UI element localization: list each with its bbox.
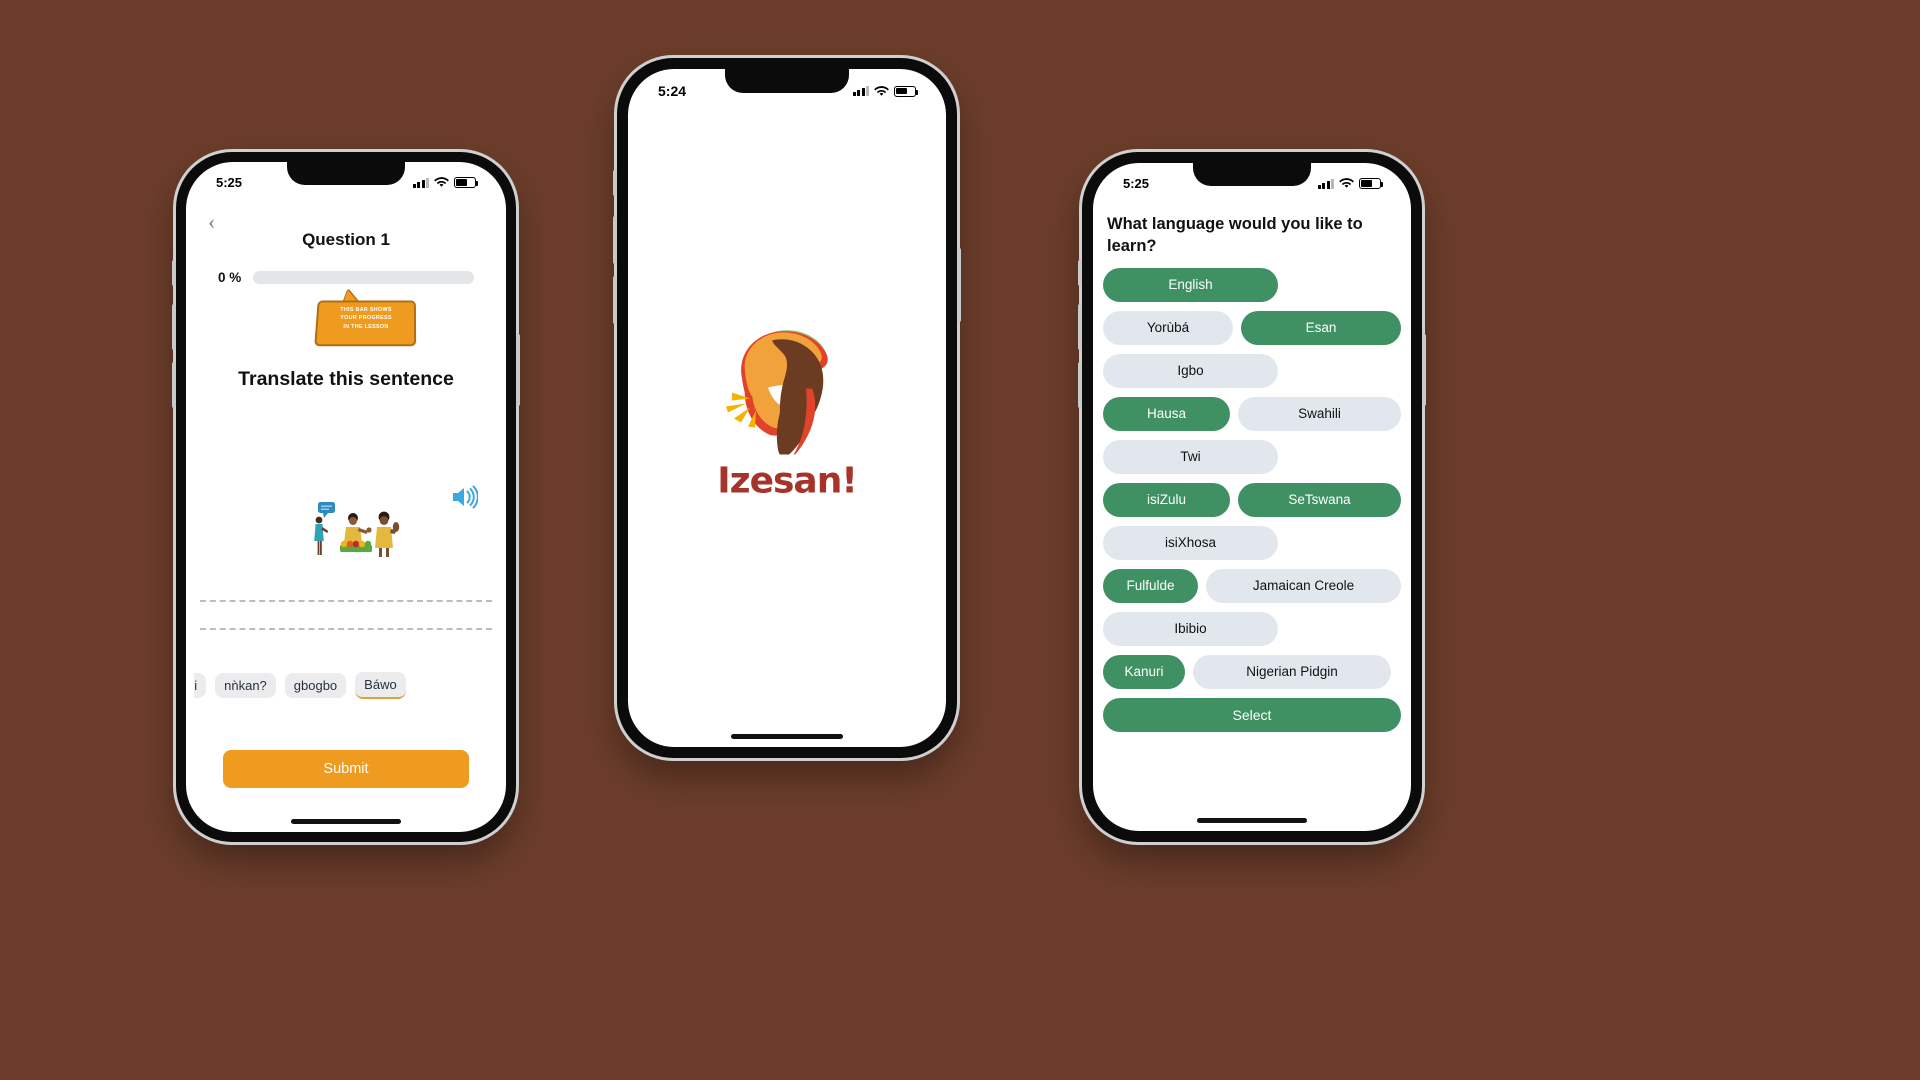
language-row: Ibibio — [1103, 611, 1401, 646]
volume-up-button[interactable] — [1078, 304, 1082, 350]
language-row: Hausa Swahili — [1103, 396, 1401, 431]
market-conversation-illustration — [308, 500, 402, 562]
home-indicator — [731, 734, 843, 739]
language-row: Kanuri Nigerian Pidgin — [1103, 654, 1401, 689]
callout-line-3: IN THE LESSON — [343, 323, 389, 330]
wifi-icon — [874, 85, 889, 96]
answer-line[interactable] — [200, 600, 492, 602]
language-list: English Yorùbá Esan Igbo Hausa Swahili Twi isiZ… — [1103, 267, 1401, 689]
language-pill-english[interactable]: English — [1103, 267, 1278, 302]
speaker-icon[interactable] — [450, 484, 479, 510]
notch — [287, 162, 405, 185]
phone1-screen: 5:25 ‹ Question 1 0 % THIS BAR SHOWS YOU… — [186, 162, 506, 832]
language-pill-igbo[interactable]: Igbo — [1103, 353, 1278, 388]
power-button[interactable] — [516, 334, 520, 406]
mute-switch[interactable] — [172, 260, 176, 286]
volume-down-button[interactable] — [172, 362, 176, 408]
language-pill-nigerian-pidgin[interactable]: Nigerian Pidgin — [1193, 654, 1391, 689]
language-row: isiZulu SeTswana — [1103, 482, 1401, 517]
language-pill-jamaican-creole[interactable]: Jamaican Creole — [1206, 568, 1401, 603]
battery-icon — [894, 85, 919, 97]
language-pill-setswana[interactable]: SeTswana — [1238, 482, 1401, 517]
language-pill-hausa[interactable]: Hausa — [1103, 396, 1230, 431]
language-row: Twi — [1103, 439, 1401, 474]
power-button[interactable] — [957, 248, 961, 322]
phone-mockup-lesson: 5:25 ‹ Question 1 0 % THIS BAR SHOWS YOU… — [172, 152, 520, 842]
language-pill-swahili[interactable]: Swahili — [1238, 396, 1401, 431]
language-row: English — [1103, 267, 1401, 302]
app-logo: Izesan! — [697, 315, 877, 502]
language-pill-twi[interactable]: Twi — [1103, 439, 1278, 474]
word-chip[interactable]: Báwo — [355, 672, 406, 699]
language-row: isiXhosa — [1103, 525, 1401, 560]
language-row: Yorùbá Esan — [1103, 310, 1401, 345]
callout-line-2: YOUR PROGRESS — [340, 315, 392, 322]
status-indicators — [412, 177, 479, 188]
progress-tooltip-callout: THIS BAR SHOWS YOUR PROGRESS IN THE LESS… — [314, 290, 417, 347]
select-button[interactable]: Select — [1103, 697, 1401, 732]
answer-drop-area[interactable] — [200, 600, 492, 656]
cellular-signal-icon — [1317, 178, 1334, 189]
volume-down-button[interactable] — [613, 276, 617, 324]
battery-icon — [454, 177, 479, 188]
izesan-bird-logo — [726, 330, 828, 455]
phone3-screen: 5:25 What language would you like to lea… — [1093, 163, 1411, 831]
progress-percent-label: 0 % — [218, 270, 242, 285]
status-time: 5:24 — [658, 83, 687, 99]
volume-down-button[interactable] — [1078, 362, 1082, 408]
word-chip[interactable]: gbogbo — [284, 673, 347, 698]
home-indicator — [291, 819, 401, 824]
cellular-signal-icon — [852, 86, 869, 96]
language-row: Fulfulde Jamaican Creole — [1103, 568, 1401, 603]
notch — [725, 69, 849, 93]
status-time: 5:25 — [216, 175, 243, 190]
status-time: 5:25 — [1123, 176, 1150, 191]
callout-text: THIS BAR SHOWS YOUR PROGRESS IN THE LESS… — [316, 306, 416, 331]
mute-switch[interactable] — [1078, 260, 1082, 286]
word-chip[interactable]: ni — [194, 673, 207, 698]
page-title: What language would you like to learn? — [1107, 215, 1363, 256]
app-wordmark: Izesan! — [717, 460, 858, 502]
language-pill-esan[interactable]: Esan — [1241, 310, 1401, 345]
submit-button[interactable]: Submit — [223, 750, 469, 788]
wifi-icon — [1339, 178, 1354, 188]
mute-switch[interactable] — [613, 170, 617, 196]
language-pill-kanuri[interactable]: Kanuri — [1103, 654, 1185, 689]
volume-up-button[interactable] — [613, 216, 617, 264]
screenshot-canvas: 5:25 ‹ Question 1 0 % THIS BAR SHOWS YOU… — [0, 0, 1920, 1080]
battery-icon — [1359, 178, 1384, 189]
language-pill-fulfulde[interactable]: Fulfulde — [1103, 568, 1198, 603]
phone-mockup-splash: 5:24 Izesan! — [613, 58, 961, 758]
back-chevron-icon[interactable]: ‹ — [208, 211, 224, 233]
progress-bar — [253, 271, 474, 284]
status-indicators — [852, 85, 919, 97]
language-pill-yor-b-[interactable]: Yorùbá — [1103, 310, 1233, 345]
language-pill-isizulu[interactable]: isiZulu — [1103, 482, 1230, 517]
wifi-icon — [434, 177, 449, 187]
callout-line-1: THIS BAR SHOWS — [340, 307, 392, 313]
status-indicators — [1317, 178, 1384, 189]
language-pill-ibibio[interactable]: Ibibio — [1103, 611, 1278, 646]
word-bank: ni nǹkan? gbogbo Báwo — [194, 672, 498, 699]
lesson-prompt: Translate this sentence — [238, 368, 454, 390]
answer-line[interactable] — [200, 628, 492, 630]
progress-row: 0 % — [218, 270, 474, 285]
power-button[interactable] — [1422, 334, 1426, 406]
phone2-screen: 5:24 Izesan! — [628, 69, 946, 747]
question-title: Question 1 — [302, 230, 390, 249]
home-indicator — [1197, 818, 1307, 823]
notch — [1193, 163, 1311, 186]
cellular-signal-icon — [412, 177, 429, 188]
language-row: Igbo — [1103, 353, 1401, 388]
phone-mockup-language-select: 5:25 What language would you like to lea… — [1078, 152, 1426, 842]
word-chip[interactable]: nǹkan? — [215, 673, 276, 698]
language-pill-isixhosa[interactable]: isiXhosa — [1103, 525, 1278, 560]
lesson-content: ‹ Question 1 0 % THIS BAR SHOWS YOUR PRO… — [186, 162, 506, 832]
language-select-content: What language would you like to learn? E… — [1093, 207, 1411, 831]
volume-up-button[interactable] — [172, 304, 176, 350]
